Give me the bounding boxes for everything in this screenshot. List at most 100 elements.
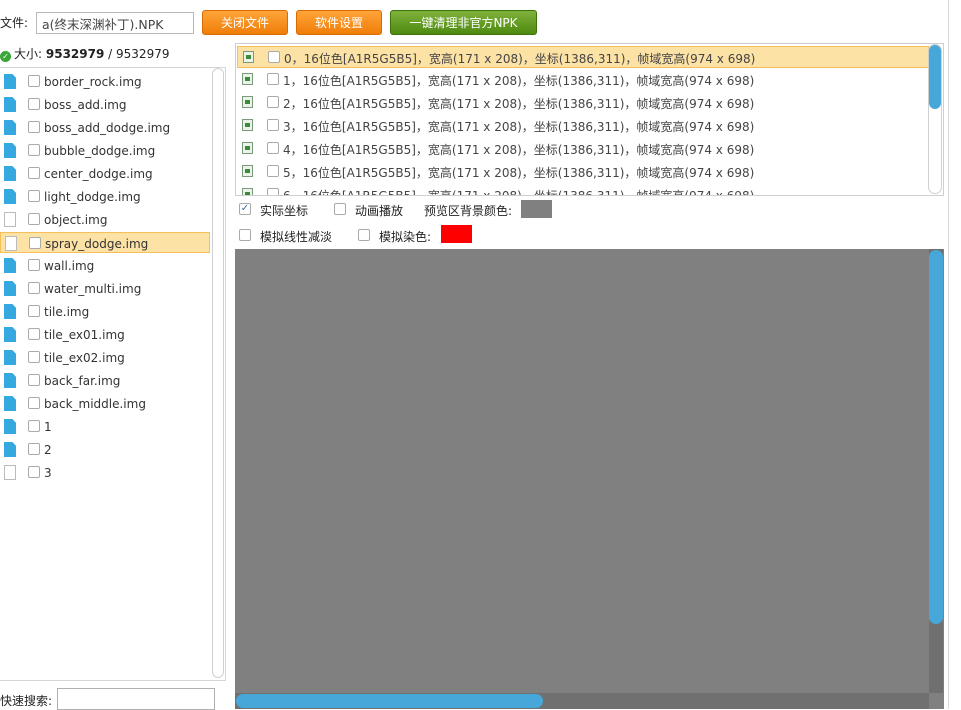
file-list-item[interactable]: 1 — [0, 416, 210, 437]
size-info: ✓ 大小: 9532979 / 9532979 — [0, 45, 169, 62]
file-name: bubble_dodge.img — [44, 144, 156, 158]
frame-info: 2，16位色[A1R5G5B5]，宽高(171 x 208)，坐标(1386,3… — [283, 97, 755, 111]
size-label: 大小: — [14, 47, 43, 61]
size-total: 9532979 — [116, 47, 170, 61]
file-list-item[interactable]: tile_ex01.img — [0, 324, 210, 345]
file-checkbox[interactable] — [28, 121, 40, 133]
tint-color-swatch[interactable] — [441, 225, 472, 243]
file-list-item[interactable]: tile_ex02.img — [0, 347, 210, 368]
file-list-item[interactable]: object.img — [0, 209, 210, 230]
file-name: water_multi.img — [44, 282, 142, 296]
file-list-item[interactable]: back_far.img — [0, 370, 210, 391]
file-checkbox[interactable] — [28, 190, 40, 202]
blue-file-icon — [4, 281, 16, 296]
file-list-item[interactable]: wall.img — [0, 255, 210, 276]
blue-file-icon — [4, 120, 16, 135]
frame-checkbox[interactable] — [267, 188, 279, 195]
file-checkbox[interactable] — [28, 305, 40, 317]
actual-coords-checkbox[interactable]: ✓ — [239, 203, 251, 215]
file-checkbox[interactable] — [28, 466, 40, 478]
file-list-item[interactable]: border_rock.img — [0, 71, 210, 92]
file-path-input[interactable] — [36, 12, 194, 34]
frame-row[interactable]: 0，16位色[A1R5G5B5]，宽高(171 x 208)，坐标(1386,3… — [237, 46, 929, 68]
file-list-item[interactable]: boss_add_dodge.img — [0, 117, 210, 138]
file-name: back_middle.img — [44, 397, 146, 411]
file-name: boss_add.img — [44, 98, 127, 112]
preview-canvas[interactable] — [235, 249, 944, 709]
preview-vertical-scroll-thumb[interactable] — [929, 250, 943, 624]
file-name: 3 — [44, 466, 52, 480]
file-checkbox[interactable] — [28, 98, 40, 110]
file-checkbox[interactable] — [28, 443, 40, 455]
frame-info: 6，16位色[A1R5G5B5]，宽高(171 x 208)，坐标(1386,3… — [283, 189, 755, 196]
linear-dodge-checkbox[interactable] — [239, 229, 251, 241]
close-file-button[interactable]: 关闭文件 — [202, 10, 288, 35]
file-list-item[interactable]: 2 — [0, 439, 210, 460]
blue-file-icon — [4, 419, 16, 434]
file-list-item[interactable]: center_dodge.img — [0, 163, 210, 184]
frame-checkbox[interactable] — [268, 51, 280, 63]
size-separator: / — [108, 47, 113, 61]
frame-row[interactable]: 4，16位色[A1R5G5B5]，宽高(171 x 208)，坐标(1386,3… — [237, 138, 929, 160]
frame-row[interactable]: 6，16位色[A1R5G5B5]，宽高(171 x 208)，坐标(1386,3… — [237, 184, 929, 196]
file-name: light_dodge.img — [44, 190, 141, 204]
tint-checkbox[interactable] — [358, 229, 370, 241]
frame-info: 5，16位色[A1R5G5B5]，宽高(171 x 208)，坐标(1386,3… — [283, 166, 755, 180]
file-list-item[interactable]: water_multi.img — [0, 278, 210, 299]
frame-checkbox[interactable] — [267, 142, 279, 154]
frame-checkbox[interactable] — [267, 165, 279, 177]
file-list-item[interactable]: boss_add.img — [0, 94, 210, 115]
bg-color-swatch[interactable] — [521, 200, 552, 218]
frame-row[interactable]: 1，16位色[A1R5G5B5]，宽高(171 x 208)，坐标(1386,3… — [237, 69, 929, 91]
file-list-item[interactable]: tile.img — [0, 301, 210, 322]
frame-row[interactable]: 5，16位色[A1R5G5B5]，宽高(171 x 208)，坐标(1386,3… — [237, 161, 929, 183]
blue-file-icon — [4, 258, 16, 273]
file-name: tile_ex01.img — [44, 328, 125, 342]
file-checkbox[interactable] — [28, 144, 40, 156]
animate-label: 动画播放 — [355, 204, 404, 218]
blue-file-icon — [4, 97, 16, 112]
image-icon — [242, 119, 253, 131]
clean-npk-button[interactable]: 一键清理非官方NPK — [390, 10, 537, 35]
file-list-item[interactable]: light_dodge.img — [0, 186, 210, 207]
file-checkbox[interactable] — [28, 397, 40, 409]
settings-button[interactable]: 软件设置 — [296, 10, 382, 35]
file-checkbox[interactable] — [28, 351, 40, 363]
file-list-item[interactable]: 3 — [0, 462, 210, 483]
file-checkbox[interactable] — [28, 213, 40, 225]
file-name: tile_ex02.img — [44, 351, 125, 365]
file-label: 文件: — [0, 16, 29, 30]
frame-checkbox[interactable] — [267, 96, 279, 108]
frame-info: 4，16位色[A1R5G5B5]，宽高(171 x 208)，坐标(1386,3… — [283, 143, 755, 157]
file-list-item[interactable]: spray_dodge.img — [0, 232, 210, 253]
size-current: 9532979 — [45, 47, 105, 61]
file-checkbox[interactable] — [28, 420, 40, 432]
frame-checkbox[interactable] — [267, 119, 279, 131]
frame-row[interactable]: 2，16位色[A1R5G5B5]，宽高(171 x 208)，坐标(1386,3… — [237, 92, 929, 114]
frame-checkbox[interactable] — [267, 73, 279, 85]
file-list-item[interactable]: bubble_dodge.img — [0, 140, 210, 161]
file-list-scrollbar[interactable] — [212, 68, 224, 678]
blue-file-icon — [4, 143, 16, 158]
file-list-item[interactable]: back_middle.img — [0, 393, 210, 414]
frame-list-scroll-thumb[interactable] — [929, 45, 941, 109]
tint-label: 模拟染色: — [379, 230, 432, 244]
animate-checkbox[interactable] — [334, 203, 346, 215]
file-checkbox[interactable] — [28, 328, 40, 340]
file-name: back_far.img — [44, 374, 121, 388]
file-checkbox[interactable] — [29, 237, 41, 249]
file-checkbox[interactable] — [28, 282, 40, 294]
file-checkbox[interactable] — [28, 374, 40, 386]
file-checkbox[interactable] — [28, 259, 40, 271]
window-divider — [948, 0, 949, 709]
file-name: center_dodge.img — [44, 167, 153, 181]
image-icon — [242, 73, 253, 85]
quick-search-input[interactable] — [57, 688, 215, 710]
blue-file-icon — [4, 166, 16, 181]
checkmark-icon: ✓ — [240, 203, 250, 214]
file-checkbox[interactable] — [28, 75, 40, 87]
file-checkbox[interactable] — [28, 167, 40, 179]
frame-row[interactable]: 3，16位色[A1R5G5B5]，宽高(171 x 208)，坐标(1386,3… — [237, 115, 929, 137]
preview-horizontal-scroll-thumb[interactable] — [236, 694, 543, 708]
image-icon — [243, 51, 254, 63]
